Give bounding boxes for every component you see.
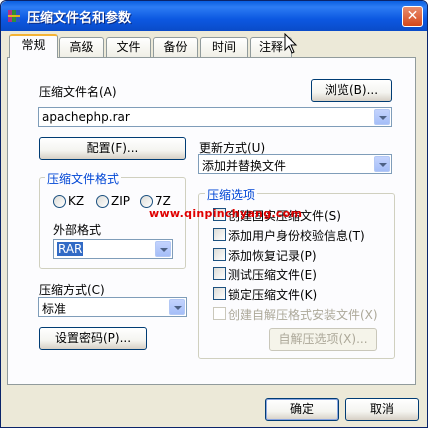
recovery-record-label[interactable]: 添加恢复记录(P) [228,247,317,264]
browse-button[interactable]: 浏览(B)... [311,79,392,102]
dialog-window: 压缩文件名和参数 ✕ 常规 高级 文件 备份 时间 注释 压缩文件名(A) 浏览… [0,0,428,428]
format-kz-radio[interactable] [53,195,66,208]
format-kz-label[interactable]: KZ [68,194,84,208]
archive-name-value: apachephp.rar [42,110,130,124]
compression-method-value: 标准 [42,302,67,316]
update-mode-select[interactable]: 添加并替换文件 [198,154,392,174]
lock-archive-checkbox[interactable] [213,287,226,300]
authenticity-checkbox[interactable] [213,228,226,241]
chevron-down-icon[interactable] [374,156,390,172]
archive-name-label: 压缩文件名(A) [39,85,117,99]
mouse-cursor-icon [284,33,298,54]
compression-method-select[interactable]: 标准 [38,297,187,317]
cancel-button[interactable]: 取消 [345,398,419,421]
tab-time[interactable]: 时间 [200,37,248,57]
close-button[interactable]: ✕ [402,6,423,27]
recovery-record-checkbox[interactable] [213,248,226,261]
set-password-button[interactable]: 设置密码(P)... [39,327,147,350]
chevron-down-icon[interactable] [374,109,390,125]
format-zip-label[interactable]: ZIP [111,194,130,208]
external-format-value: RAR [57,242,84,256]
chevron-down-icon[interactable] [155,241,171,257]
chevron-down-icon[interactable] [169,299,185,315]
update-mode-value: 添加并替换文件 [202,159,287,173]
ok-button[interactable]: 确定 [265,398,339,421]
winrar-app-icon [8,10,20,22]
lock-archive-label[interactable]: 锁定压缩文件(K) [228,286,317,303]
external-format-label: 外部格式 [53,223,102,237]
tab-general[interactable]: 常规 [9,34,58,58]
tab-advanced[interactable]: 高级 [59,37,104,57]
profiles-button[interactable]: 配置(F)... [39,137,186,160]
test-archive-checkbox[interactable] [213,267,226,280]
test-archive-label[interactable]: 测试压缩文件(E) [228,266,317,283]
title-bar[interactable]: 压缩文件名和参数 ✕ [1,1,427,31]
window-title: 压缩文件名和参数 [27,11,132,26]
sfx-options-button: 自解压选项(X)... [269,328,377,351]
sfx-label: 创建自解压格式安装文件(X) [228,308,378,322]
format-7z-label[interactable]: 7Z [155,194,171,208]
sfx-checkbox [213,307,226,320]
archive-name-combo[interactable]: apachephp.rar [38,107,392,127]
compression-method-label: 压缩方式(C) [39,283,105,297]
format-zip-radio[interactable] [96,195,109,208]
compression-options-legend: 压缩选项 [205,186,258,203]
tab-backup[interactable]: 备份 [153,37,198,57]
external-format-select[interactable]: RAR [53,239,173,259]
archive-format-legend: 压缩文件格式 [45,170,122,187]
authenticity-label[interactable]: 添加用户身份校验信息(T) [228,227,365,244]
watermark-text: www.qinpinchyang.com [149,207,303,220]
tab-files[interactable]: 文件 [106,37,151,57]
